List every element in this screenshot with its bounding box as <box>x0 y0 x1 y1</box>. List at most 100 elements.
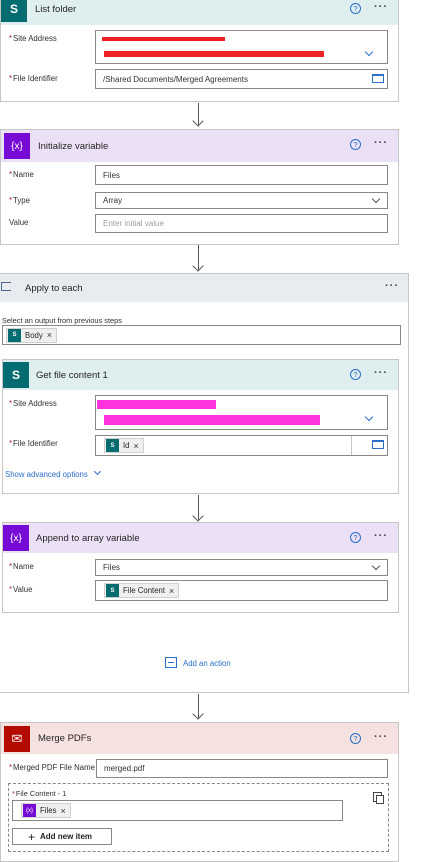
help-icon[interactable]: ? <box>350 532 361 543</box>
more-icon[interactable]: ··· <box>374 367 388 379</box>
token-label: Id <box>123 441 130 450</box>
initialize-variable-header[interactable]: {x} Initialize variable ? ··· <box>1 130 398 162</box>
value-field[interactable]: S File Content × <box>95 580 388 601</box>
file-identifier-field[interactable]: S Id × <box>95 435 388 456</box>
help-icon[interactable]: ? <box>350 733 361 744</box>
required-mark: * <box>12 789 15 798</box>
field-placeholder: Enter initial value <box>103 219 164 228</box>
field-value: Array <box>103 196 123 205</box>
card-title: Apply to each <box>25 282 83 294</box>
label-text: File Identifier <box>13 439 58 448</box>
more-icon[interactable]: ··· <box>374 530 388 542</box>
label-text: Site Address <box>13 34 57 43</box>
variable-icon: {x} <box>23 804 36 817</box>
append-array-header[interactable]: {x} Append to array variable ? ··· <box>3 523 398 553</box>
value-label: Value <box>9 218 28 227</box>
required-mark: * <box>9 439 13 448</box>
more-icon[interactable]: ··· <box>374 1 388 13</box>
required-mark: * <box>9 74 13 83</box>
sharepoint-icon: S <box>8 328 21 342</box>
file-identifier-label: *File Identifier <box>9 439 58 448</box>
select-output-field[interactable]: S Body × <box>2 325 401 345</box>
get-file-content-header[interactable]: S Get file content 1 ? ··· <box>3 360 398 390</box>
field-value: Files <box>103 563 120 572</box>
plus-icon: + <box>28 829 36 844</box>
remove-token-icon[interactable]: × <box>60 806 65 816</box>
help-icon[interactable]: ? <box>350 369 361 380</box>
copy-icon-back <box>376 795 384 804</box>
field-divider <box>351 436 352 455</box>
select-output-label: Select an output from previous steps <box>2 316 122 325</box>
name-dropdown[interactable]: Files <box>95 559 388 576</box>
remove-token-icon[interactable]: × <box>169 586 174 596</box>
label-text: Site Address <box>13 399 57 408</box>
sharepoint-icon: S <box>106 439 119 452</box>
site-address-field[interactable] <box>95 30 388 64</box>
card-title: Merge PDFs <box>38 733 92 744</box>
field-value: Files <box>103 170 120 180</box>
file-content-token[interactable]: S File Content × <box>104 583 180 598</box>
loop-icon <box>1 282 11 291</box>
show-advanced-options-link[interactable]: Show advanced options <box>5 470 88 479</box>
required-mark: * <box>9 170 13 179</box>
card-title: Initialize variable <box>38 140 109 152</box>
add-action-icon-bar <box>168 662 174 663</box>
merged-pdf-file-name-label: *Merged PDF File Name <box>9 763 95 772</box>
folder-icon[interactable] <box>372 440 384 449</box>
help-icon[interactable]: ? <box>350 3 361 14</box>
required-mark: * <box>9 763 13 772</box>
sharepoint-icon: S <box>106 584 119 597</box>
file-content-field[interactable]: {x} Files × <box>12 800 343 821</box>
more-icon[interactable]: ··· <box>385 280 399 292</box>
add-an-action-link[interactable]: Add an action <box>183 659 231 668</box>
sharepoint-icon: S <box>3 362 29 388</box>
remove-token-icon[interactable]: × <box>134 441 139 451</box>
file-identifier-label: *File Identifier <box>9 74 58 83</box>
merged-pdf-file-name-field[interactable]: merged.pdf <box>96 759 388 778</box>
card-title: Get file content 1 <box>36 369 108 381</box>
label-text: Select an output from previous steps <box>2 316 122 325</box>
more-icon[interactable]: ··· <box>374 137 388 149</box>
name-field[interactable]: Files <box>95 165 388 185</box>
merge-pdfs-header[interactable]: ✉ Merge PDFs ? ··· <box>1 723 398 754</box>
variable-icon: {x} <box>3 525 29 551</box>
connector-arrow-head <box>192 115 204 127</box>
add-new-item-button[interactable]: + Add new item <box>12 828 112 845</box>
redaction-mark <box>97 400 216 409</box>
files-token[interactable]: {x} Files × <box>21 803 71 818</box>
value-label: *Value <box>9 585 32 594</box>
remove-token-icon[interactable]: × <box>47 330 52 340</box>
value-field[interactable]: Enter initial value <box>95 214 388 233</box>
name-label: *Name <box>9 170 34 179</box>
folder-icon[interactable] <box>372 74 384 83</box>
file-identifier-field[interactable]: /Shared Documents/Merged Agreements <box>95 69 388 89</box>
connector-arrow-head <box>192 708 204 720</box>
label-text: Value <box>9 218 29 227</box>
redaction-mark <box>104 415 320 425</box>
required-mark: * <box>9 196 13 205</box>
label-text: File Identifier <box>13 74 58 83</box>
label-text: File Content - 1 <box>15 789 67 798</box>
label-text: Value <box>13 585 33 594</box>
required-mark: * <box>9 562 13 571</box>
list-folder-header[interactable]: S List folder ? ··· <box>1 0 398 25</box>
card-title: List folder <box>35 3 77 15</box>
type-dropdown[interactable]: Array <box>95 192 388 209</box>
help-icon[interactable]: ? <box>350 139 361 150</box>
button-label: Add new item <box>40 832 93 841</box>
field-value: /Shared Documents/Merged Agreements <box>103 74 248 84</box>
body-token[interactable]: S Body × <box>6 327 58 343</box>
link-text: Show advanced options <box>5 470 88 479</box>
field-value: merged.pdf <box>104 764 145 773</box>
connector-arrow-head <box>192 260 204 272</box>
more-icon[interactable]: ··· <box>374 731 388 743</box>
link-text: Add an action <box>183 659 231 668</box>
redaction-mark <box>104 51 324 57</box>
token-label: Files <box>40 806 57 815</box>
id-token[interactable]: S Id × <box>104 438 144 453</box>
file-content-label: *File Content - 1 <box>12 789 66 798</box>
redaction-mark <box>102 37 225 41</box>
apply-to-each-header[interactable]: Apply to each ··· <box>0 274 408 302</box>
required-mark: * <box>9 34 13 43</box>
sharepoint-icon: S <box>1 0 27 22</box>
